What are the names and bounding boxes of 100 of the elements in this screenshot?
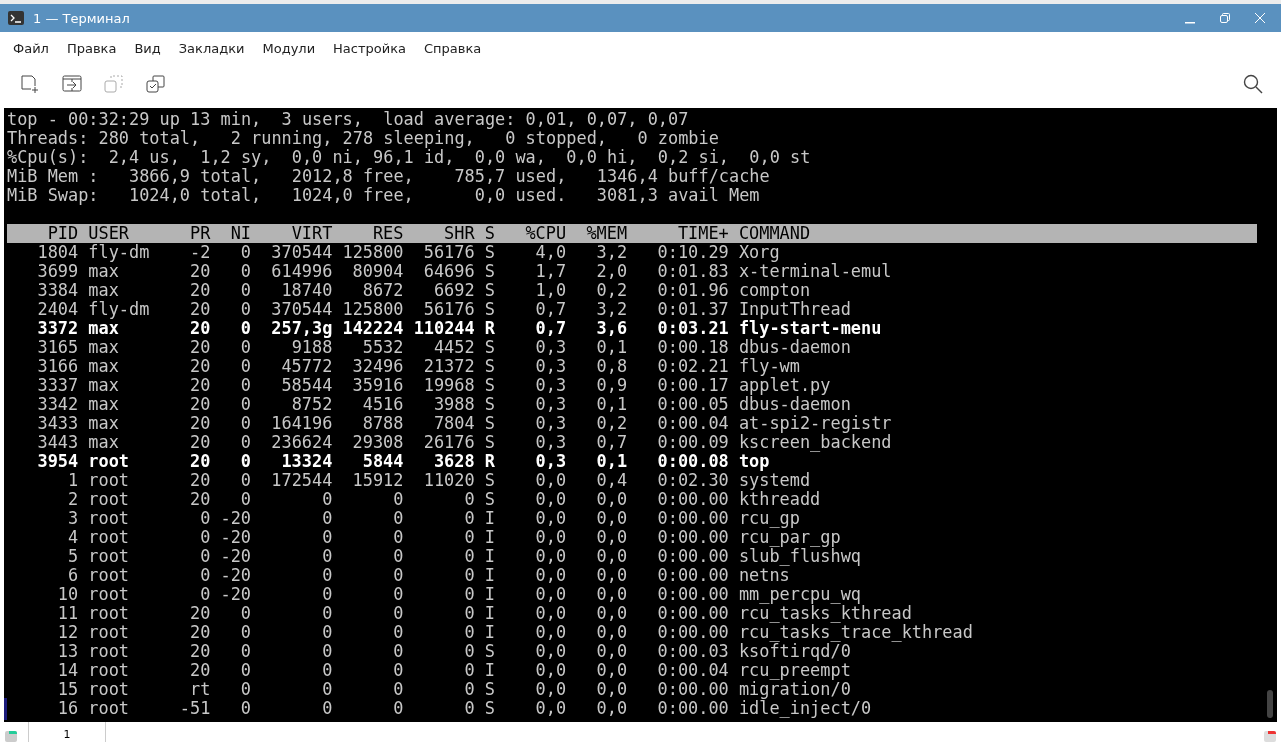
table-cell-text: 5 bbox=[67, 547, 79, 566]
tab-menu-icon bbox=[1263, 728, 1277, 742]
table-cell-text: 0 bbox=[392, 623, 404, 642]
table-cell: I bbox=[484, 661, 495, 680]
table-cell-text: rt bbox=[189, 680, 211, 699]
table-cell-text: 0 bbox=[239, 490, 251, 509]
menu-item[interactable]: Настройка bbox=[324, 36, 416, 60]
table-cell-text: 0,0 bbox=[595, 547, 628, 566]
table-cell-text: 0,7 bbox=[534, 319, 567, 338]
table-cell-text: 0,0 bbox=[534, 680, 567, 699]
tab-icon bbox=[4, 728, 18, 742]
table-cell-text: 0 bbox=[463, 547, 475, 566]
table-cell-text: 0:02.30 bbox=[656, 471, 729, 490]
table-cell-text: 3443 bbox=[36, 433, 79, 452]
table-cell: S bbox=[484, 699, 495, 718]
table-cell-text: 0:01.83 bbox=[656, 262, 729, 281]
menu-item[interactable]: Модули bbox=[253, 36, 325, 60]
table-cell-text: 15 bbox=[56, 680, 79, 699]
menu-item[interactable]: Файл bbox=[4, 36, 58, 60]
table-cell-text: root bbox=[88, 490, 130, 509]
restore-icon bbox=[1219, 12, 1231, 24]
table-cell-text: 0 bbox=[392, 528, 404, 547]
table-cell-text: root bbox=[88, 566, 130, 585]
table-cell-text: 0 bbox=[321, 661, 333, 680]
summary-line: top - 00:32:29 up 13 min, 3 users, load average: 0,01, 0,07, 0,07 bbox=[7, 110, 690, 129]
table-cell-text: 0 bbox=[199, 509, 211, 528]
table-cell-text: 2404 bbox=[36, 300, 79, 319]
table-cell-text: 3342 bbox=[36, 395, 79, 414]
table-cell: S bbox=[484, 376, 495, 395]
summary-line: MiB Mem : 3866,9 total, 2012,8 free, 785,7 used, 1346,4 buff/cache bbox=[7, 167, 771, 186]
table-cell-text: 0,2 bbox=[595, 414, 628, 433]
table-cell-text: 1804 bbox=[36, 243, 79, 262]
menu-item[interactable]: Правка bbox=[57, 36, 126, 60]
table-cell-text: 0:00.04 bbox=[656, 414, 729, 433]
table-cell-text: 370544 bbox=[270, 243, 333, 262]
menu-item[interactable]: Закладки bbox=[169, 36, 254, 60]
table-cell: S bbox=[484, 414, 495, 433]
table-cell-text: 2,0 bbox=[595, 262, 628, 281]
table-cell-text: 0 bbox=[239, 357, 251, 376]
table-cell: S bbox=[484, 262, 495, 281]
table-cell: mm_percpu_wq bbox=[738, 585, 861, 604]
window-title: 1 — Терминал bbox=[33, 10, 131, 26]
table-cell-text: 0:00.00 bbox=[656, 490, 729, 509]
table-cell: S bbox=[484, 433, 495, 452]
table-cell: dbus-daemon bbox=[738, 338, 851, 357]
table-cell-text: 0,7 bbox=[534, 300, 567, 319]
table-cell: applet.py bbox=[738, 376, 831, 395]
table-cell-text: 45772 bbox=[280, 357, 333, 376]
table-cell-text: 0 bbox=[392, 490, 404, 509]
table-cell-text: 20 bbox=[189, 642, 211, 661]
menu-item[interactable]: Справка bbox=[415, 36, 491, 60]
table-cell-text: 0,3 bbox=[534, 376, 567, 395]
table-cell-text: 0,1 bbox=[595, 452, 628, 471]
table-cell: rcu_gp bbox=[738, 509, 800, 528]
table-cell: S bbox=[484, 281, 495, 300]
table-cell-text: 3,2 bbox=[595, 300, 628, 319]
table-cell-text: 0 bbox=[239, 376, 251, 395]
table-cell-text: 0,1 bbox=[595, 395, 628, 414]
table-cell-text: 257,3g bbox=[270, 319, 333, 338]
table-cell-text: 32496 bbox=[351, 357, 404, 376]
table-cell-text: 11020 bbox=[422, 471, 475, 490]
table-cell: -20 bbox=[220, 509, 251, 528]
table-cell: R bbox=[484, 319, 495, 338]
table-cell-text: 3628 bbox=[432, 452, 475, 471]
table-cell-text: 20 bbox=[189, 357, 211, 376]
table-cell-text: 0:02.21 bbox=[656, 357, 729, 376]
table-cell-text: 10 bbox=[56, 585, 79, 604]
table-cell-text: root bbox=[88, 528, 130, 547]
table-cell-text: 0,7 bbox=[595, 433, 628, 452]
table-cell-text: 0,0 bbox=[534, 604, 567, 623]
table-cell-text: 1,0 bbox=[534, 281, 567, 300]
table-cell-text: 0,0 bbox=[595, 509, 628, 528]
scrollbar-thumb[interactable] bbox=[1267, 690, 1273, 718]
terminal-tab[interactable]: 1 bbox=[28, 722, 106, 742]
table-cell-text: fly-dm bbox=[88, 243, 151, 262]
table-cell-text: 15912 bbox=[351, 471, 404, 490]
menu-item[interactable]: Вид bbox=[125, 36, 170, 60]
table-cell-text: root bbox=[88, 680, 130, 699]
table-cell: I bbox=[484, 623, 495, 642]
table-cell-text: max bbox=[88, 376, 120, 395]
table-cell: S bbox=[484, 300, 495, 319]
table-cell-text: 0,0 bbox=[534, 566, 567, 585]
table-cell: 125800 bbox=[342, 300, 404, 319]
table-cell-text: 0 bbox=[199, 566, 211, 585]
table-cell-text: 0 bbox=[321, 528, 333, 547]
table-cell: 125800 bbox=[342, 243, 404, 262]
table-cell-text: 16 bbox=[56, 699, 79, 718]
table-cell-text: 64696 bbox=[422, 262, 475, 281]
table-cell-text: 19968 bbox=[422, 376, 475, 395]
table-cell-text: 0 bbox=[239, 623, 251, 642]
table-cell-text: 0 bbox=[463, 490, 475, 509]
table-cell-text: 3384 bbox=[36, 281, 79, 300]
table-cell-text: 0,2 bbox=[595, 281, 628, 300]
table-cell-text: 29308 bbox=[351, 433, 404, 452]
table-cell-text: 0,0 bbox=[595, 566, 628, 585]
table-cell-text: 0,0 bbox=[534, 471, 567, 490]
table-cell-text: 20 bbox=[189, 281, 211, 300]
close-icon bbox=[1254, 12, 1266, 24]
table-cell-text: 3,6 bbox=[595, 319, 628, 338]
table-cell-text: 0 bbox=[199, 528, 211, 547]
